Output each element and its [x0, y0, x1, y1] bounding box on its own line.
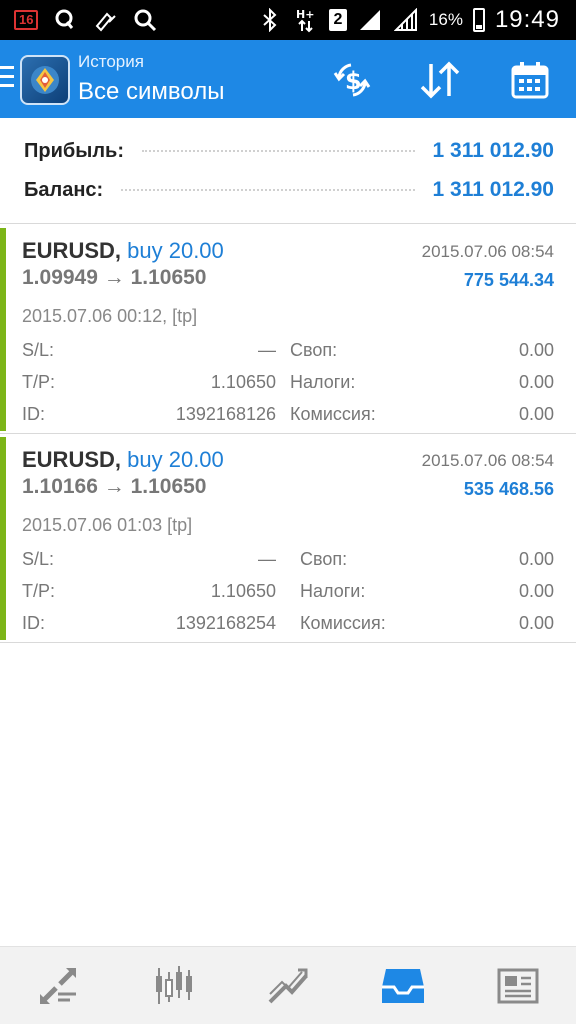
balance-row: Баланс: 1 311 012.90 — [24, 175, 554, 205]
currency-exchange-icon[interactable]: $ — [330, 58, 374, 102]
details-row: ID: 1392168126 Комиссия: 0.00 — [22, 400, 554, 432]
app-logo[interactable] — [20, 55, 70, 105]
signal-icon — [357, 7, 383, 33]
commission-value: 0.00 — [518, 613, 554, 633]
tax-label: Налоги: — [290, 372, 356, 392]
deal-open-info: 2015.07.06 01:03 [tp] — [22, 515, 193, 535]
bluetooth-icon — [257, 7, 283, 33]
id-label: ID: — [22, 613, 46, 633]
commission-value: 0.00 — [518, 404, 554, 424]
symbol-filter-title[interactable]: Все символы — [78, 78, 224, 106]
swap-label: Своп: — [300, 549, 348, 569]
deal-close-time: 2015.07.06 08:54 — [421, 242, 554, 261]
profit-label: Прибыль: — [24, 139, 124, 162]
menu-icon[interactable] — [0, 66, 16, 92]
data-arrows-icon: H+ — [293, 7, 319, 33]
svg-text:H+: H+ — [296, 8, 314, 21]
details-row: S/L: — Своп: 0.00 — [22, 545, 554, 577]
calendar-icon[interactable] — [508, 58, 552, 102]
commission-label: Комиссия: — [290, 404, 376, 424]
deal-type: buy 20.00 — [127, 238, 224, 263]
deal-open-info: 2015.07.06 00:12, [tp] — [22, 306, 198, 326]
search-icon — [132, 7, 158, 33]
deal-item[interactable]: EURUSD, buy 20.00 1.10166 → 1.10650 2015… — [0, 435, 576, 643]
sort-arrows-icon[interactable] — [418, 58, 462, 102]
profit-row: Прибыль: 1 311 012.90 — [24, 136, 554, 166]
status-bar-left: 16 — [14, 6, 158, 34]
news-icon[interactable] — [461, 947, 576, 1024]
pen-coins-icon — [92, 7, 118, 33]
bottom-navigation — [0, 946, 576, 1024]
trade-icon[interactable] — [230, 947, 345, 1024]
balance-value: 1 311 012.90 — [432, 178, 554, 201]
qiwi-visa-icon — [52, 7, 78, 33]
deal-profit: 775 544.34 — [463, 270, 554, 290]
commission-label: Комиссия: — [300, 613, 386, 633]
notification-badge: 16 — [14, 10, 39, 30]
summary-panel: Прибыль: 1 311 012.90 Баланс: 1 311 012.… — [0, 118, 576, 224]
sl-value: — — [258, 340, 276, 360]
details-row: T/P: 1.10650 Налоги: 0.00 — [22, 368, 554, 400]
app-bar: История Все символы $ — [0, 40, 576, 118]
deal-close-time: 2015.07.06 08:54 — [421, 451, 554, 470]
tp-value: 1.10650 — [210, 581, 276, 601]
deal-title: EURUSD, buy 20.00 — [22, 238, 224, 264]
sl-value: — — [258, 549, 276, 569]
chart-icon[interactable] — [115, 947, 230, 1024]
swap-value: 0.00 — [518, 549, 554, 569]
buy-indicator-bar — [0, 437, 6, 640]
battery-percent: 16% — [428, 10, 463, 29]
dotted-leader — [121, 189, 415, 191]
screen-subtitle: История — [78, 52, 144, 71]
buy-indicator-bar — [0, 228, 6, 431]
quotes-icon[interactable] — [0, 947, 115, 1024]
dotted-leader — [141, 150, 415, 152]
signal-icon — [393, 7, 419, 33]
tax-label: Налоги: — [300, 581, 366, 601]
details-row: T/P: 1.10650 Налоги: 0.00 — [22, 577, 554, 609]
tp-label: T/P: — [22, 581, 56, 601]
status-bar-right: H+ 2 16% 19:49 — [257, 6, 560, 34]
status-bar: 16 H+ 2 16% 19:49 — [0, 0, 576, 40]
tp-label: T/P: — [22, 372, 56, 392]
details-row: ID: 1392168254 Комиссия: 0.00 — [22, 609, 554, 641]
details-row: S/L: — Своп: 0.00 — [22, 336, 554, 368]
sl-label: S/L: — [22, 340, 55, 360]
tax-value: 0.00 — [518, 372, 554, 392]
balance-label: Баланс: — [24, 178, 104, 201]
id-value: 1392168254 — [175, 613, 276, 633]
clock: 19:49 — [494, 6, 560, 33]
deal-title: EURUSD, buy 20.00 — [22, 447, 224, 473]
tax-value: 0.00 — [518, 581, 554, 601]
deal-item[interactable]: EURUSD, buy 20.00 1.09949 → 1.10650 2015… — [0, 226, 576, 434]
profit-value: 1 311 012.90 — [432, 139, 554, 162]
sl-label: S/L: — [22, 549, 55, 569]
battery-icon — [472, 8, 485, 32]
id-label: ID: — [22, 404, 46, 424]
swap-label: Своп: — [290, 340, 338, 360]
deal-type: buy 20.00 — [127, 447, 224, 472]
deal-details: S/L: — Своп: 0.00 T/P: 1.10650 Налоги: 0… — [22, 545, 554, 641]
deal-prices: 1.09949 → 1.10650 — [22, 266, 207, 289]
swap-value: 0.00 — [518, 340, 554, 360]
deal-symbol: EURUSD, — [22, 238, 122, 263]
history-icon[interactable] — [346, 947, 461, 1024]
deal-prices: 1.10166 → 1.10650 — [22, 475, 207, 498]
deal-symbol: EURUSD, — [22, 447, 122, 472]
deal-profit: 535 468.56 — [463, 479, 554, 499]
sim-icon: 2 — [328, 9, 347, 31]
id-value: 1392168126 — [175, 404, 276, 424]
deal-details: S/L: — Своп: 0.00 T/P: 1.10650 Налоги: 0… — [22, 336, 554, 432]
tp-value: 1.10650 — [210, 372, 276, 392]
